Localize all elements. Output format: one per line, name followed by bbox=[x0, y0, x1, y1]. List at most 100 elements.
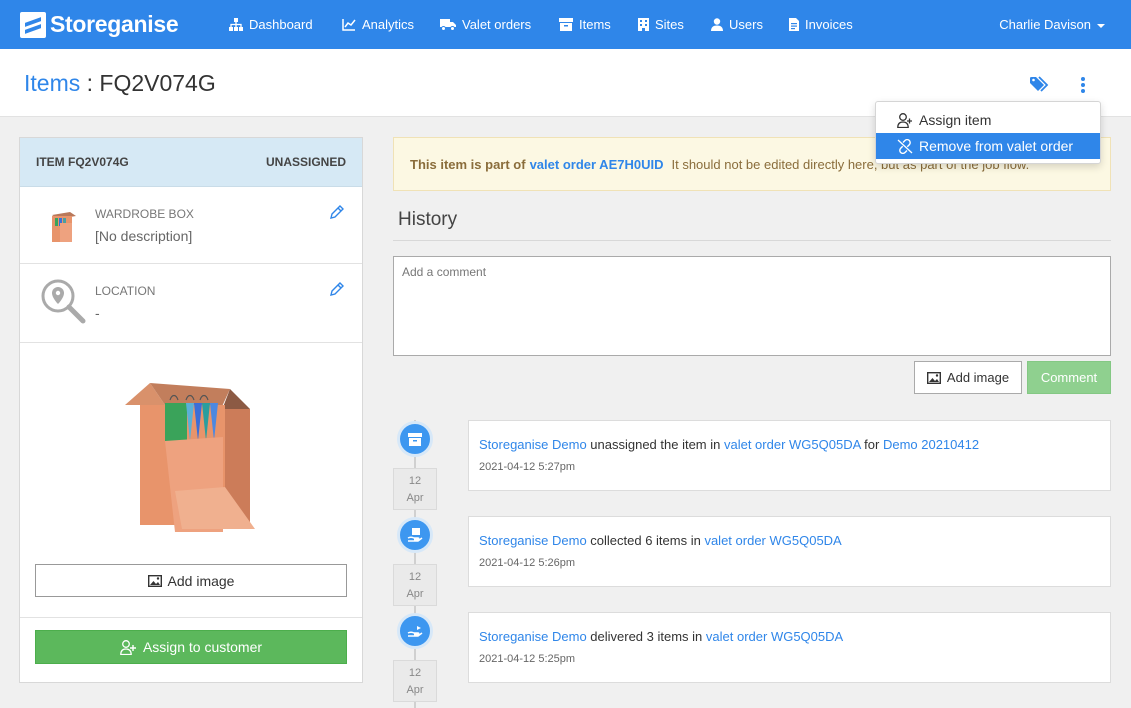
item-panel-title: ITEM FQ2V074G bbox=[36, 155, 129, 169]
nav-analytics[interactable]: Analytics bbox=[342, 17, 414, 32]
timeline-event-icon bbox=[397, 613, 433, 649]
history-extra: for bbox=[860, 437, 883, 452]
user-plus-icon bbox=[120, 639, 136, 655]
wardrobe-box-thumbnail bbox=[52, 212, 76, 242]
nav-dashboard[interactable]: Dashboard bbox=[229, 17, 313, 32]
history-message: Storeganise Demo delivered 3 items in va… bbox=[479, 629, 1100, 644]
caret-down-icon bbox=[1097, 23, 1105, 28]
image-icon bbox=[147, 574, 162, 587]
edit-pencil-icon[interactable] bbox=[330, 282, 344, 296]
valet-order-link[interactable]: valet order WG5Q05DA bbox=[704, 533, 841, 548]
top-navbar: Storeganise Dashboard Analytics Valet or… bbox=[0, 0, 1131, 49]
storeganise-logo-icon bbox=[20, 11, 46, 38]
user-menu[interactable]: Charlie Davison bbox=[999, 17, 1105, 32]
item-image-area: Add image bbox=[20, 343, 362, 618]
user-name: Charlie Davison bbox=[999, 17, 1091, 32]
timeline-day: 12 bbox=[408, 667, 422, 679]
nav-sites-label: Sites bbox=[655, 17, 684, 32]
timeline-month: Apr bbox=[406, 684, 424, 696]
history-message: Storeganise Demo unassigned the item in … bbox=[479, 437, 1100, 452]
history-action: delivered 3 items in bbox=[586, 629, 706, 644]
brand-logo[interactable]: Storeganise bbox=[20, 11, 179, 38]
timeline-date: 12 Apr bbox=[393, 564, 437, 606]
archive-icon bbox=[408, 433, 422, 446]
item-details-panel: ITEM FQ2V074G UNASSIGNED WARDROBE BOX [N… bbox=[19, 137, 363, 683]
menu-item-assign-item[interactable]: Assign item bbox=[876, 107, 1100, 133]
menu-item-assign-item-label: Assign item bbox=[919, 112, 992, 128]
more-options-icon[interactable] bbox=[1077, 77, 1089, 95]
user-icon bbox=[711, 18, 723, 31]
alert-prefix: This item is part of bbox=[410, 156, 526, 172]
item-id-title: FQ2V074G bbox=[99, 70, 216, 96]
nav-analytics-label: Analytics bbox=[362, 17, 415, 32]
nav-invoices[interactable]: Invoices bbox=[789, 17, 853, 32]
item-description: [No description] bbox=[95, 228, 193, 244]
add-image-comment-label: Add image bbox=[946, 370, 1010, 385]
history-entry: Storeganise Demo unassigned the item in … bbox=[468, 420, 1111, 491]
comment-input[interactable] bbox=[393, 256, 1111, 356]
nav-items[interactable]: Items bbox=[559, 17, 611, 32]
timeline-event-icon bbox=[397, 517, 433, 553]
item-type-label: WARDROBE BOX bbox=[95, 207, 194, 221]
timeline-day: 12 bbox=[408, 475, 422, 487]
truck-icon bbox=[440, 19, 456, 31]
brand-name: Storeganise bbox=[50, 11, 179, 37]
history-message: Storeganise Demo collected 6 items in va… bbox=[479, 533, 1100, 548]
timeline-date: 12 Apr bbox=[393, 468, 437, 510]
nav-valet-orders[interactable]: Valet orders bbox=[440, 17, 531, 32]
actor-link[interactable]: Storeganise Demo bbox=[479, 629, 587, 644]
location-value: - bbox=[95, 305, 100, 321]
history-entry: Storeganise Demo collected 6 items in va… bbox=[468, 516, 1111, 587]
nav-invoices-label: Invoices bbox=[805, 17, 853, 32]
timeline-month: Apr bbox=[406, 588, 424, 600]
actor-link[interactable]: Storeganise Demo bbox=[479, 437, 587, 452]
hand-box-icon bbox=[407, 528, 423, 542]
hand-deliver-icon bbox=[407, 626, 423, 637]
actor-link[interactable]: Storeganise Demo bbox=[479, 533, 587, 548]
item-location-row: LOCATION - bbox=[20, 264, 362, 343]
file-icon bbox=[789, 18, 799, 31]
history-heading: History bbox=[398, 209, 458, 230]
page-title: Items : FQ2V074G bbox=[24, 70, 216, 97]
history-timestamp: 2021-04-12 5:27pm bbox=[479, 461, 576, 473]
actions-dropdown-menu: Assign item Remove from valet order bbox=[875, 101, 1101, 164]
valet-order-link[interactable]: valet order WG5Q05DA bbox=[724, 437, 861, 452]
status-badge: UNASSIGNED bbox=[265, 155, 346, 169]
menu-item-remove-label: Remove from valet order bbox=[919, 138, 1074, 154]
assign-to-customer-label: Assign to customer bbox=[142, 639, 263, 655]
breadcrumb-separator: : bbox=[80, 70, 100, 96]
history-action: collected 6 items in bbox=[586, 533, 705, 548]
wardrobe-box-image bbox=[125, 383, 255, 532]
location-search-icon bbox=[41, 279, 86, 324]
add-image-comment-button[interactable]: Add image bbox=[914, 361, 1022, 394]
nav-dashboard-label: Dashboard bbox=[249, 17, 313, 32]
nav-users[interactable]: Users bbox=[711, 17, 763, 32]
nav-items-label: Items bbox=[579, 17, 611, 32]
sitemap-icon bbox=[229, 18, 243, 31]
history-entry: Storeganise Demo delivered 3 items in va… bbox=[468, 612, 1111, 683]
tags-icon[interactable] bbox=[1030, 76, 1050, 92]
alert-valet-order-link[interactable]: valet order AE7H0UID bbox=[530, 157, 664, 172]
item-type-row: WARDROBE BOX [No description] bbox=[20, 187, 362, 264]
archive-icon bbox=[559, 18, 573, 31]
edit-pencil-icon[interactable] bbox=[330, 205, 344, 219]
unlink-icon bbox=[897, 138, 913, 154]
timeline-month: Apr bbox=[406, 492, 424, 504]
nav-sites[interactable]: Sites bbox=[638, 17, 684, 32]
nav-users-label: Users bbox=[729, 17, 763, 32]
history-timestamp: 2021-04-12 5:26pm bbox=[479, 557, 576, 569]
assign-to-customer-button[interactable]: Assign to customer bbox=[35, 630, 347, 664]
breadcrumb-items[interactable]: Items bbox=[24, 70, 80, 96]
valet-order-link[interactable]: valet order WG5Q05DA bbox=[706, 629, 843, 644]
add-image-button[interactable]: Add image bbox=[35, 564, 347, 597]
history-divider bbox=[393, 240, 1111, 241]
customer-link[interactable]: Demo 20210412 bbox=[883, 437, 979, 452]
nav-valet-orders-label: Valet orders bbox=[462, 17, 532, 32]
history-timestamp: 2021-04-12 5:25pm bbox=[479, 653, 576, 665]
menu-item-remove-from-valet-order[interactable]: Remove from valet order bbox=[876, 133, 1100, 159]
item-panel-header: ITEM FQ2V074G UNASSIGNED bbox=[20, 138, 362, 187]
add-image-label: Add image bbox=[167, 572, 235, 589]
timeline-date: 12 Apr bbox=[393, 660, 437, 702]
comment-submit-button[interactable]: Comment bbox=[1027, 361, 1111, 394]
timeline-day: 12 bbox=[408, 571, 422, 583]
